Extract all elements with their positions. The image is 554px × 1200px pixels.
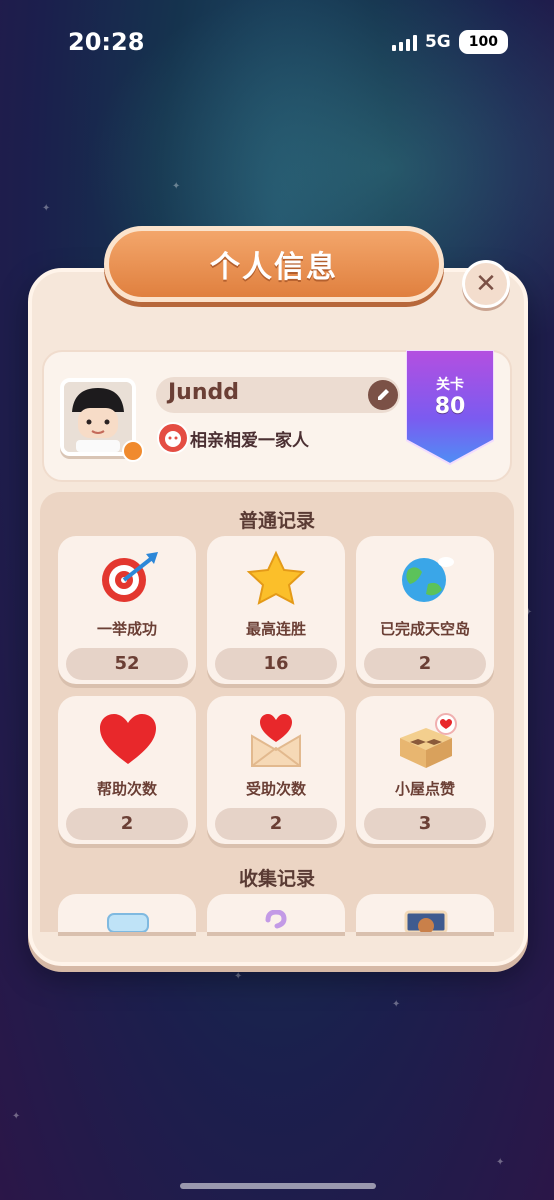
record-value: 16 xyxy=(215,648,337,680)
record-label: 一举成功 xyxy=(96,620,157,638)
house-like-icon xyxy=(400,713,457,768)
battery-icon: 100 xyxy=(458,30,508,54)
status-indicators: 5G 100 xyxy=(391,30,508,54)
record-label: 受助次数 xyxy=(245,780,306,798)
heart-icon xyxy=(100,714,156,764)
network-type: 5G xyxy=(424,32,451,52)
avatar-edit-icon[interactable] xyxy=(122,440,144,462)
status-bar: 20:28 5G 100 xyxy=(0,0,554,80)
star-decoration: ✦ xyxy=(392,999,401,1010)
close-icon: ✕ xyxy=(475,269,497,299)
family-badge-icon xyxy=(157,422,189,454)
home-indicator[interactable] xyxy=(180,1183,376,1189)
avatar-portrait-icon xyxy=(64,382,132,452)
dialog-title: 个人信息 xyxy=(210,250,338,285)
photo-frame-icon xyxy=(404,910,448,932)
pencil-icon xyxy=(378,389,389,400)
signal-icon xyxy=(391,33,417,51)
planet-icon xyxy=(402,557,454,602)
star-decoration: ✦ xyxy=(496,1157,505,1168)
collection-records-title: 收集记录 xyxy=(238,868,315,890)
star-decoration: ✦ xyxy=(172,181,181,192)
normal-records-title: 普通记录 xyxy=(238,510,315,532)
record-value: 2 xyxy=(66,808,188,840)
edit-name-button[interactable] xyxy=(368,380,398,410)
record-value: 52 xyxy=(66,648,188,680)
family-name: 相亲相爱一家人 xyxy=(190,431,309,451)
star-icon xyxy=(246,550,306,605)
record-label: 最高连胜 xyxy=(245,620,306,638)
target-arrow-icon xyxy=(102,552,158,602)
heart-letter-icon xyxy=(251,714,301,767)
level-value: 80 xyxy=(434,394,466,419)
star-decoration: ✦ xyxy=(234,971,243,982)
star-decoration: ✦ xyxy=(42,203,51,214)
status-time: 20:28 xyxy=(68,28,145,56)
record-label: 帮助次数 xyxy=(96,780,157,798)
dialog-title-ribbon: 个人信息 xyxy=(104,226,444,302)
card-stack-icon xyxy=(107,913,149,932)
record-label: 小屋点赞 xyxy=(394,780,455,798)
player-name: Jundd xyxy=(168,380,240,405)
record-label: 已完成天空岛 xyxy=(379,620,470,638)
star-decoration: ✦ xyxy=(12,1111,21,1122)
question-mark-icon xyxy=(265,910,287,929)
record-value: 2 xyxy=(215,808,337,840)
close-button[interactable]: ✕ xyxy=(462,260,510,308)
level-label: 关卡 xyxy=(436,377,464,393)
record-value: 3 xyxy=(364,808,486,840)
record-value: 2 xyxy=(364,648,486,680)
